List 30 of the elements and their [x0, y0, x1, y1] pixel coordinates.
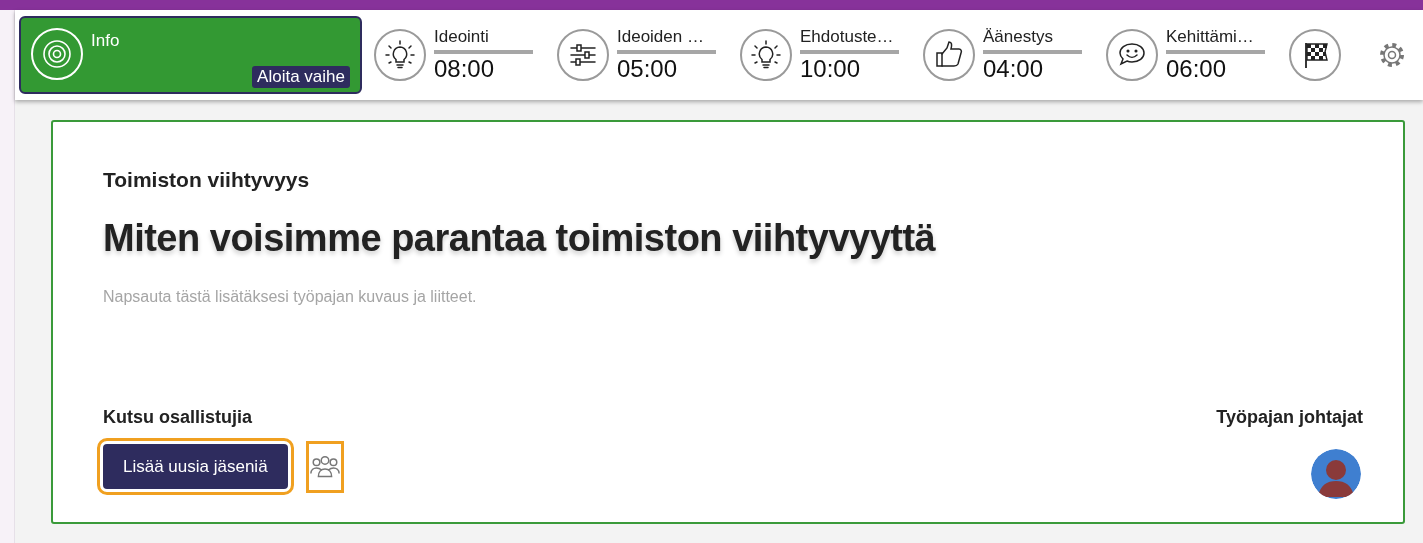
phase-time: 08:00	[434, 55, 496, 83]
workshop-question: Miten voisimme parantaa toimiston viihtyvyyttä	[103, 215, 937, 261]
phase-title: Kehittämi…	[1166, 27, 1255, 47]
lightbulb-icon	[384, 39, 416, 71]
target-icon	[42, 39, 72, 69]
phase-step[interactable]: Ideointi 08:00	[374, 21, 557, 89]
group-button[interactable]	[305, 440, 344, 493]
phase-time: 10:00	[800, 55, 862, 83]
leaders-heading: Työpajan johtajat	[1216, 405, 1363, 429]
phase-time: 04:00	[983, 55, 1045, 83]
phase-step[interactable]: Kehittämi… 06:00	[1106, 21, 1289, 89]
invite-heading: Kutsu osallistujia	[103, 405, 254, 429]
start-phase-button[interactable]: Aloita vaihe	[252, 65, 350, 88]
avatar	[1311, 448, 1361, 499]
phase-step[interactable]: Ehdotuste… 10:00	[740, 21, 923, 89]
lightbulb-icon	[750, 39, 782, 71]
group-icon	[308, 453, 341, 480]
phase-title: Ehdotuste…	[800, 27, 895, 47]
phase-time: 06:00	[1166, 55, 1228, 83]
phase-title: Ideoiden …	[617, 27, 705, 47]
phase-title: Ideointi	[434, 27, 490, 47]
settings-icon[interactable]	[1379, 42, 1405, 68]
phase-title: Info	[91, 30, 121, 52]
phase-step[interactable]: Äänestys 04:00	[923, 21, 1106, 89]
phase-step[interactable]: Ideoiden … 05:00	[557, 21, 740, 89]
info-phase-card[interactable]: Info Aloita vaihe	[19, 16, 362, 94]
thumbs-up-icon	[934, 40, 964, 70]
phase-time: 05:00	[617, 55, 679, 83]
workshop-topic: Toimiston viihtyvyys	[103, 167, 311, 193]
phase-title: Äänestys	[983, 27, 1054, 47]
